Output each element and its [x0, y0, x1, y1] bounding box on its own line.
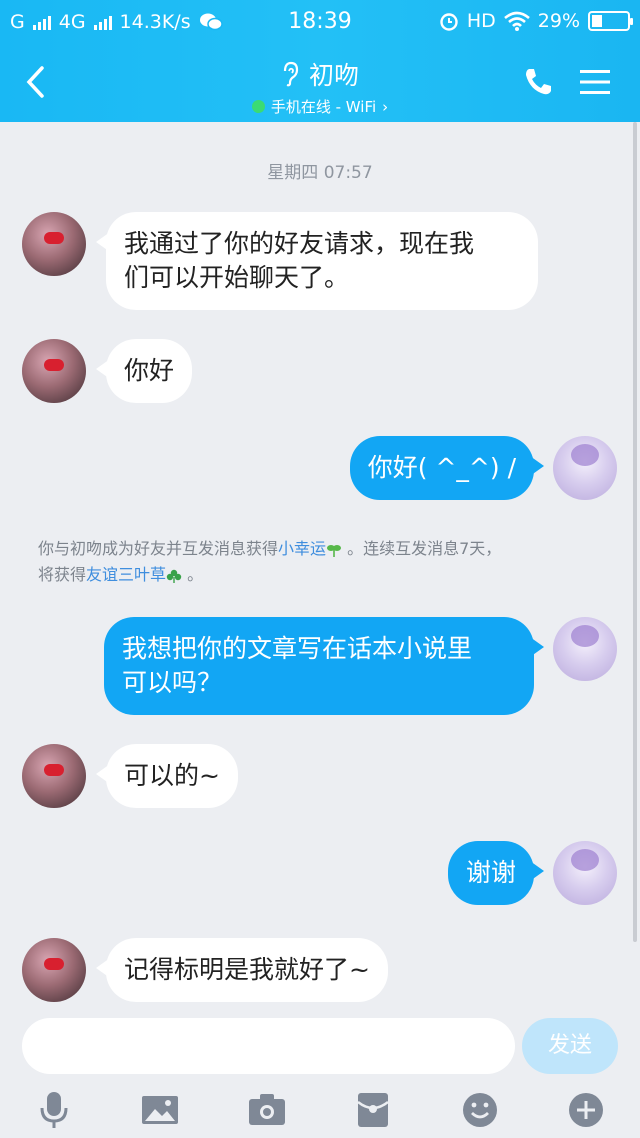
send-button[interactable]: 发送: [522, 1018, 618, 1074]
message-line: 可以的~: [124, 761, 220, 790]
message-line: 可以吗？: [122, 668, 223, 697]
message-input[interactable]: [22, 1018, 515, 1074]
message-bubble-outgoing[interactable]: 你好( ^_^) /: [349, 436, 545, 500]
sprout-icon: [327, 544, 342, 557]
contact-avatar[interactable]: [22, 339, 86, 403]
menu-icon[interactable]: [580, 68, 610, 96]
battery-percent: 29%: [537, 10, 580, 32]
status-bar: G 4G 14.3K/s 18:39 HD 29% ⚡: [0, 0, 640, 44]
contact-avatar[interactable]: [22, 212, 86, 276]
message-line: 们可以开始聊天了。: [124, 263, 350, 292]
message-line: 你好( ^_^) /: [367, 453, 516, 482]
emoji-icon[interactable]: [460, 1090, 500, 1130]
chat-header: 初吻 手机在线 - WiFi ›: [0, 44, 640, 122]
my-avatar[interactable]: [553, 617, 617, 681]
chat-timestamp: 星期四 07:57: [267, 163, 373, 183]
red-packet-icon[interactable]: [353, 1090, 393, 1130]
message-line: 我想把你的文章写在话本小说里: [122, 634, 473, 663]
image-icon[interactable]: [140, 1090, 180, 1130]
phone-icon[interactable]: [522, 66, 554, 98]
clover-icon: [166, 569, 182, 583]
my-avatar[interactable]: [553, 841, 617, 905]
message-line: 你好: [124, 356, 175, 385]
message-line: 记得标明是我就好了~: [124, 955, 370, 984]
message-bubble-incoming[interactable]: 我通过了你的好友请求，现在我 们可以开始聊天了。: [96, 212, 538, 310]
status-right: HD 29% ⚡: [439, 10, 633, 32]
plus-icon[interactable]: [566, 1090, 606, 1130]
online-dot: [251, 100, 265, 113]
composer: 发送: [0, 1012, 640, 1084]
message-bubble-outgoing[interactable]: 谢谢: [447, 841, 545, 905]
contact-title: 初吻: [281, 56, 359, 92]
contact-name: 初吻: [308, 61, 359, 90]
chevron-right-icon: ›: [382, 97, 389, 116]
message-bubble-outgoing[interactable]: 我想把你的文章写在话本小说里 可以吗？: [104, 617, 544, 715]
microphone-icon[interactable]: [34, 1090, 74, 1130]
wifi-icon: [503, 11, 530, 31]
my-avatar[interactable]: [553, 436, 617, 500]
chat-scrollbar[interactable]: [633, 122, 637, 942]
alarm-icon: [440, 13, 458, 31]
top-bar: G 4G 14.3K/s 18:39 HD 29% ⚡ 初吻 手机在线 - Wi…: [0, 0, 640, 122]
message-bubble-incoming[interactable]: 可以的~: [96, 744, 238, 808]
online-status[interactable]: 手机在线 - WiFi ›: [251, 96, 389, 117]
ear-icon: [283, 61, 299, 87]
contact-avatar[interactable]: [22, 744, 86, 808]
composer-toolbar: [0, 1084, 640, 1138]
hd-label: HD: [466, 10, 496, 32]
battery-icon: ⚡: [588, 10, 633, 31]
online-status-text: 手机在线 - WiFi: [270, 98, 377, 116]
chat-area[interactable]: 星期四 07:57 我通过了你的好友请求，现在我 们可以开始聊天了。 你好 你好…: [0, 122, 640, 1012]
clover-link[interactable]: 友谊三叶草: [86, 565, 166, 584]
contact-avatar[interactable]: [22, 938, 86, 1002]
system-notice: 你与初吻成为好友并互发消息获得小幸运 。连续互发消息7天， 将获得友谊三叶草 。: [38, 539, 502, 584]
lucky-link[interactable]: 小幸运: [278, 539, 326, 558]
message-bubble-incoming[interactable]: 你好: [95, 339, 193, 403]
message-line: 谢谢: [465, 858, 516, 887]
message-line: 我通过了你的好友请求，现在我: [124, 229, 475, 258]
camera-icon[interactable]: [247, 1090, 287, 1130]
message-bubble-incoming[interactable]: 记得标明是我就好了~: [96, 938, 388, 1002]
